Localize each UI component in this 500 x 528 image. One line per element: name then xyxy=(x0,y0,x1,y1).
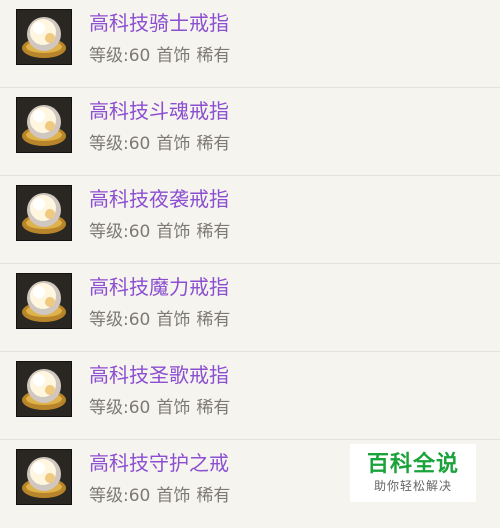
item-slot: 首饰 xyxy=(156,486,191,506)
item-meta: 等级:60 首饰 稀有 xyxy=(89,309,230,331)
item-rarity: 稀有 xyxy=(196,222,231,242)
item-meta: 等级:60 首饰 稀有 xyxy=(89,133,230,155)
ring-icon xyxy=(16,185,72,241)
item-name: 高科技圣歌戒指 xyxy=(89,363,229,387)
ring-icon xyxy=(16,449,72,505)
list-item[interactable]: 高科技斗魂戒指 等级:60 首饰 稀有 xyxy=(0,88,500,176)
item-slot: 首饰 xyxy=(156,310,191,330)
item-rarity: 稀有 xyxy=(196,310,231,330)
list-item[interactable]: 高科技圣歌戒指 等级:60 首饰 稀有 xyxy=(0,352,500,440)
watermark-subtitle: 助你轻松解决 xyxy=(373,479,452,493)
item-slot: 首饰 xyxy=(156,222,191,242)
watermark-logo: 百科全说 助你轻松解决 xyxy=(350,444,476,502)
item-slot: 首饰 xyxy=(156,398,191,418)
item-name: 高科技守护之戒 xyxy=(89,451,229,475)
item-meta: 等级:60 首饰 稀有 xyxy=(89,485,230,507)
item-level: 等级:60 xyxy=(89,222,151,242)
item-list: 高科技骑士戒指 等级:60首饰稀有 高科技斗魂戒指 等级:60首饰稀有 xyxy=(0,0,500,528)
item-slot: 首饰 xyxy=(156,46,191,66)
item-name: 高科技魔力戒指 xyxy=(89,275,229,299)
ring-icon xyxy=(16,97,72,153)
item-slot: 首饰 xyxy=(156,134,191,154)
item-name: 高科技斗魂戒指 xyxy=(89,99,229,123)
item-rarity: 稀有 xyxy=(196,134,231,154)
item-name: 高科技骑士戒指 xyxy=(89,11,229,35)
item-level: 等级:60 xyxy=(89,486,151,506)
item-meta: 等级:60 首饰 稀有 xyxy=(89,221,230,243)
list-item[interactable]: 高科技魔力戒指 等级:60 首饰 稀有 xyxy=(0,264,500,352)
ring-icon xyxy=(16,273,72,329)
watermark-title: 百科全说 xyxy=(366,452,459,477)
item-rarity: 稀有 xyxy=(196,486,231,506)
ring-icon xyxy=(16,9,72,65)
item-meta: 等级:60 首饰 稀有 xyxy=(89,45,230,67)
item-level: 等级:60 xyxy=(89,134,151,154)
list-item[interactable]: 高科技骑士戒指 等级:60 首饰 稀有 xyxy=(0,0,500,88)
item-level: 等级:60 xyxy=(89,398,151,418)
item-meta: 等级:60 首饰 稀有 xyxy=(89,397,230,419)
ring-icon xyxy=(16,361,72,417)
item-rarity: 稀有 xyxy=(196,398,231,418)
item-level: 等级:60 xyxy=(89,310,151,330)
item-name: 高科技夜袭戒指 xyxy=(89,187,229,211)
list-item[interactable]: 高科技夜袭戒指 等级:60 首饰 稀有 xyxy=(0,176,500,264)
item-level: 等级:60 xyxy=(89,46,151,66)
item-rarity: 稀有 xyxy=(196,46,231,66)
